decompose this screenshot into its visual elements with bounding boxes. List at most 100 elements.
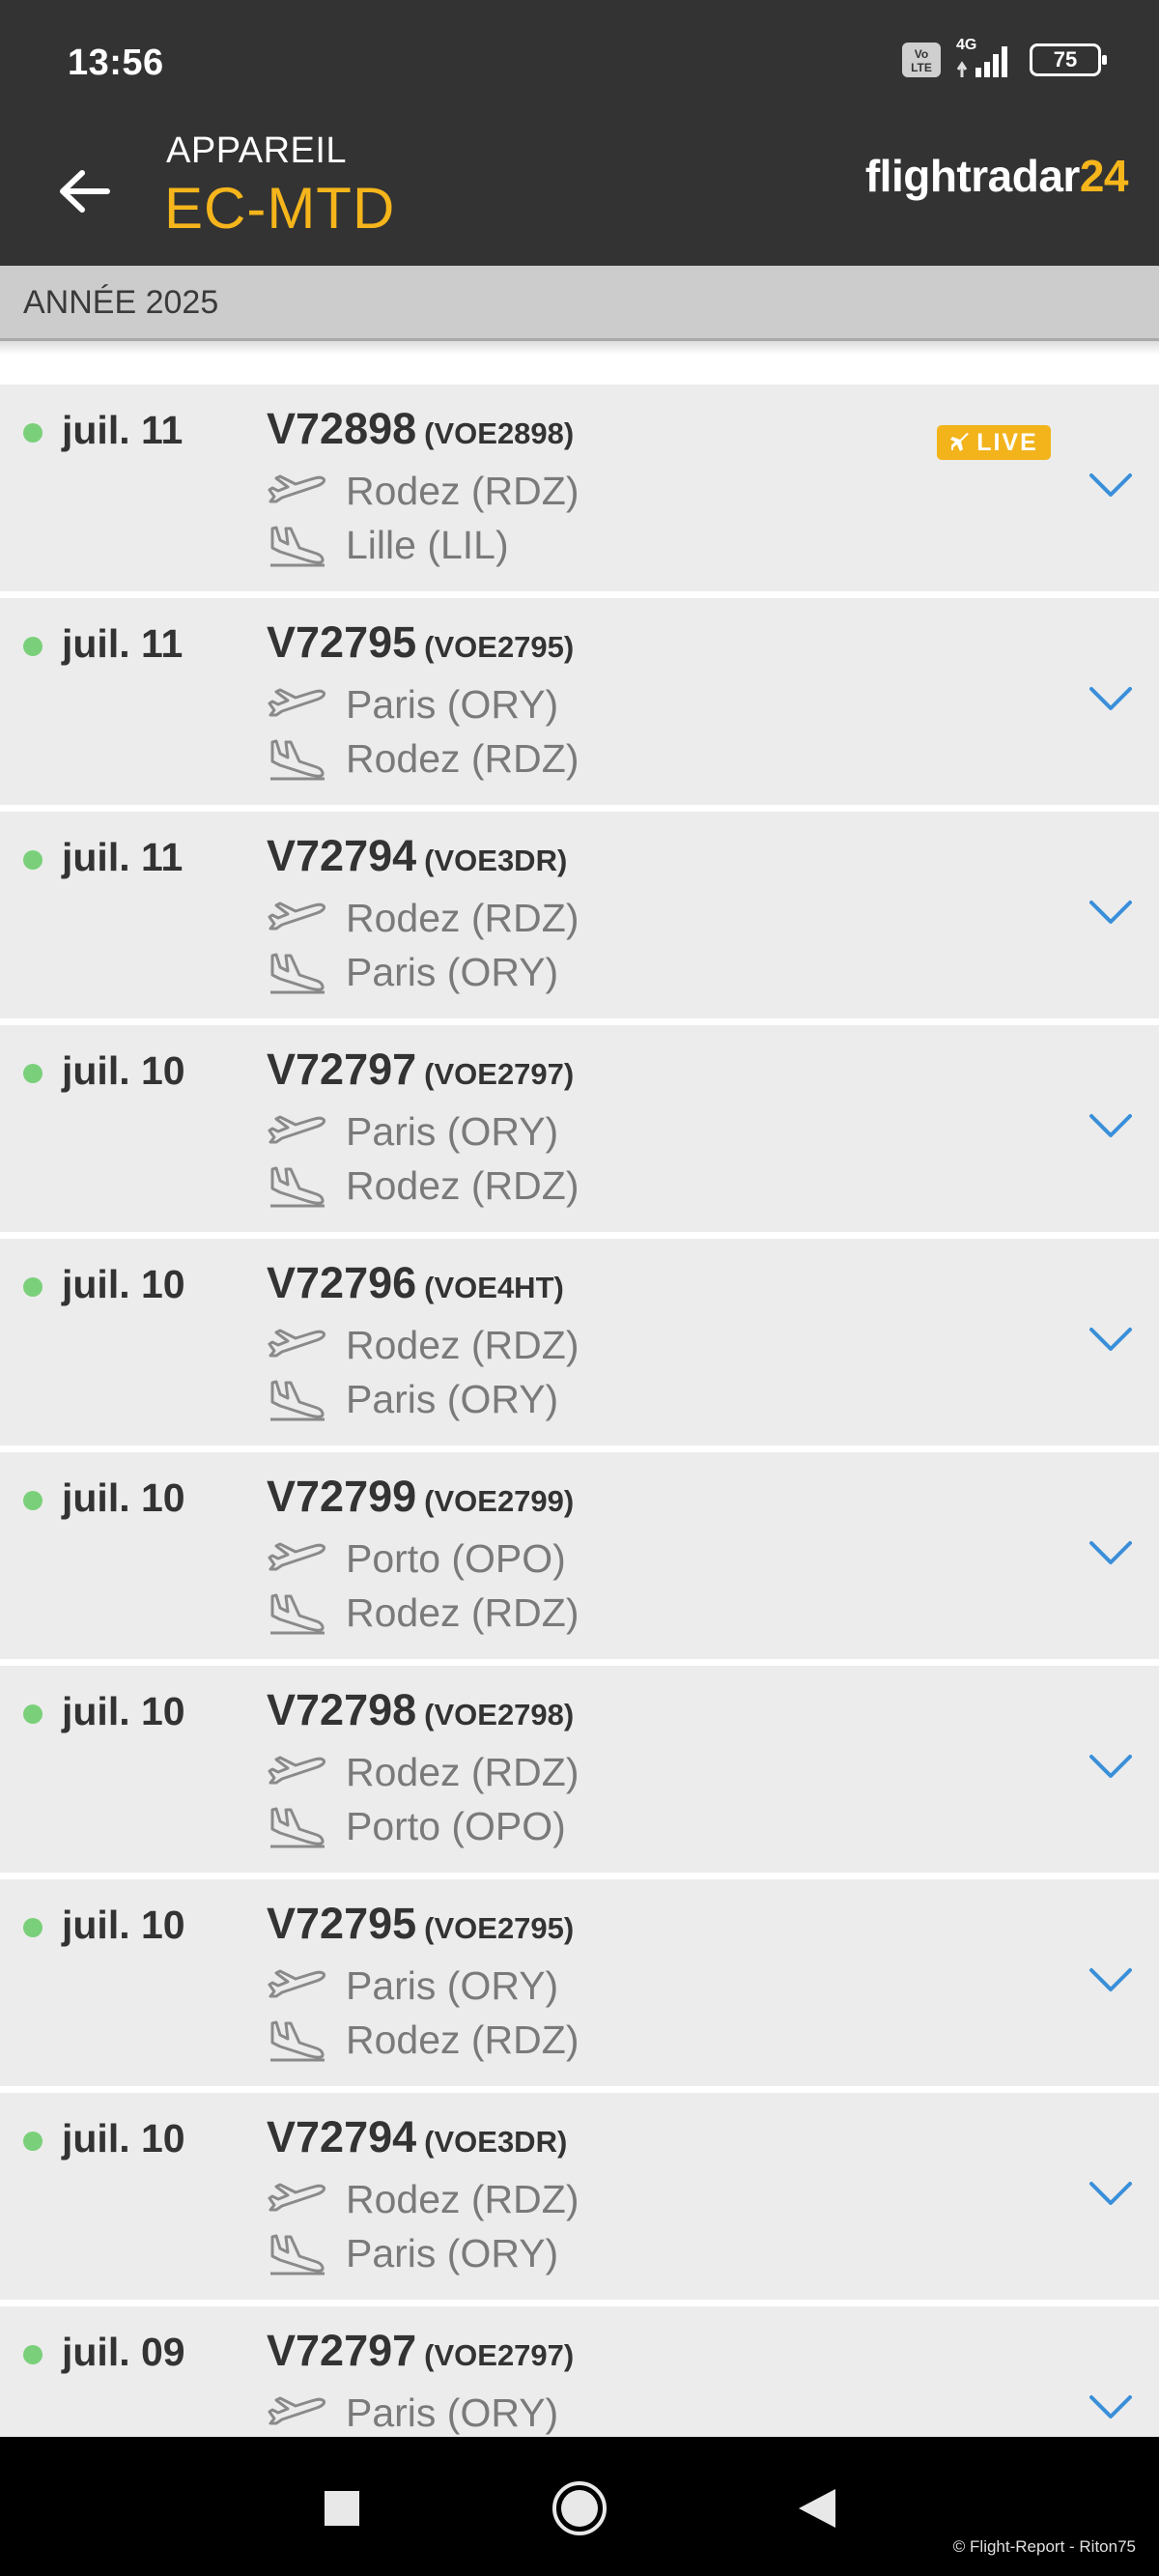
chevron-down-icon[interactable] xyxy=(1088,1110,1134,1141)
departure-route: Rodez (RDZ) xyxy=(267,1745,579,1799)
flight-callsign: (VOE3DR) xyxy=(424,844,568,877)
arrival-airport: Porto (OPO) xyxy=(346,1803,566,1848)
toolbar-subtitle: APPAREIL xyxy=(166,130,348,171)
flight-number: V72794 (VOE3DR) xyxy=(267,831,567,881)
flight-row[interactable]: juil. 10 V72796 (VOE4HT) Rodez (RDZ) Paris (… xyxy=(0,1239,1159,1445)
flight-date: juil. 10 xyxy=(62,1262,185,1306)
flight-row[interactable]: juil. 11 V72898 (VOE2898) Rodez (RDZ) Lille … xyxy=(0,385,1159,591)
plane-landing-icon xyxy=(270,739,325,781)
flight-number: V72797 (VOE2797) xyxy=(267,1045,574,1095)
plane-landing-icon xyxy=(270,1807,325,1848)
flight-number: V72799 (VOE2799) xyxy=(267,1472,574,1522)
chevron-down-icon[interactable] xyxy=(1088,1537,1134,1568)
flight-code: V72798 xyxy=(267,1685,417,1734)
flight-callsign: (VOE2797) xyxy=(424,1057,575,1091)
arrival-airport: Rodez (RDZ) xyxy=(346,1162,580,1208)
flight-number: V72796 (VOE4HT) xyxy=(267,1258,564,1308)
arrival-airport: Lille (LIL) xyxy=(346,522,509,567)
flight-row[interactable]: juil. 11 V72795 (VOE2795) Paris (ORY) Rodez … xyxy=(0,598,1159,805)
plane-landing-icon xyxy=(270,1166,325,1208)
signal-icon: 4G xyxy=(956,37,1014,79)
flight-code: V72795 xyxy=(267,1899,417,1948)
chevron-down-icon[interactable] xyxy=(1088,2391,1134,2422)
plane-landing-icon xyxy=(270,953,325,994)
plane-takeoff-icon xyxy=(268,688,326,717)
plane-landing-icon xyxy=(270,2234,325,2275)
flight-number: V72794 (VOE3DR) xyxy=(267,2112,567,2162)
arrival-route: Rodez (RDZ) xyxy=(267,731,579,786)
flight-callsign: (VOE3DR) xyxy=(424,2125,568,2159)
plane-icon xyxy=(950,433,970,451)
chevron-down-icon[interactable] xyxy=(1088,2178,1134,2209)
flight-number: V72798 (VOE2798) xyxy=(267,1685,574,1735)
flight-list[interactable]: juil. 11 V72898 (VOE2898) Rodez (RDZ) Lille … xyxy=(0,385,1159,2520)
flight-date: juil. 10 xyxy=(62,1048,185,1093)
square-icon xyxy=(325,2491,359,2526)
nav-back-button[interactable] xyxy=(778,2470,856,2547)
plane-landing-icon xyxy=(270,1380,325,1421)
plane-takeoff-icon xyxy=(268,1969,326,1998)
departure-airport: Paris (ORY) xyxy=(346,1108,559,1154)
arrival-route: Rodez (RDZ) xyxy=(267,1159,579,1213)
circle-icon xyxy=(552,2481,607,2535)
flight-row[interactable]: juil. 10 V72799 (VOE2799) Porto (OPO) Rodez … xyxy=(0,1452,1159,1659)
live-label: LIVE xyxy=(976,428,1038,456)
chevron-down-icon[interactable] xyxy=(1088,683,1134,714)
departure-airport: Rodez (RDZ) xyxy=(346,1322,580,1367)
nav-home-button[interactable] xyxy=(541,2470,618,2547)
chevron-down-icon[interactable] xyxy=(1088,1324,1134,1355)
departure-airport: Rodez (RDZ) xyxy=(346,1749,580,1794)
flight-date: juil. 11 xyxy=(62,408,184,452)
departure-airport: Rodez (RDZ) xyxy=(346,2176,580,2221)
plane-landing-icon xyxy=(270,1593,325,1635)
departure-route: Rodez (RDZ) xyxy=(267,891,579,945)
year-header-shadow xyxy=(0,341,1159,355)
flight-callsign: (VOE2795) xyxy=(424,1911,575,1945)
battery-icon: 75 xyxy=(1030,43,1107,76)
flight-date: juil. 10 xyxy=(62,1689,185,1733)
departure-route: Paris (ORY) xyxy=(267,677,558,731)
status-dot xyxy=(23,423,42,443)
arrival-airport: Paris (ORY) xyxy=(346,2230,559,2275)
year-header: ANNÉE 2025 xyxy=(0,266,1159,341)
flightradar24-logo: flightradar24 xyxy=(864,150,1129,202)
status-dot xyxy=(23,1704,42,1724)
arrival-route: Porto (OPO) xyxy=(267,1799,566,1853)
flight-row[interactable]: juil. 11 V72794 (VOE3DR) Rodez (RDZ) Paris (… xyxy=(0,812,1159,1018)
chevron-down-icon[interactable] xyxy=(1088,470,1134,501)
brand-text: flightradar xyxy=(864,151,1080,201)
flight-row[interactable]: juil. 10 V72798 (VOE2798) Rodez (RDZ) Porto … xyxy=(0,1666,1159,1873)
flight-row[interactable]: juil. 10 V72795 (VOE2795) Paris (ORY) Rodez … xyxy=(0,1879,1159,2086)
chevron-down-icon[interactable] xyxy=(1088,1964,1134,1995)
flight-date: juil. 09 xyxy=(62,2330,185,2374)
nav-recents-button[interactable] xyxy=(303,2470,381,2547)
status-dot xyxy=(23,1918,42,1937)
flight-date: juil. 11 xyxy=(62,621,184,666)
brand-number: 24 xyxy=(1079,151,1129,201)
flight-row[interactable]: juil. 10 V72797 (VOE2797) Paris (ORY) Rodez … xyxy=(0,1025,1159,1232)
volte-top-label: Vo xyxy=(914,47,929,61)
app-toolbar: APPAREIL EC-MTD flightradar24 xyxy=(0,130,1159,266)
status-time: 13:56 xyxy=(68,43,164,83)
chevron-down-icon[interactable] xyxy=(1088,897,1134,928)
status-dot xyxy=(23,850,42,870)
volte-bottom-label: LTE xyxy=(911,61,932,74)
plane-takeoff-icon xyxy=(268,902,326,930)
departure-airport: Paris (ORY) xyxy=(346,2390,559,2435)
flight-callsign: (VOE2799) xyxy=(424,1484,575,1518)
triangle-back-icon xyxy=(799,2489,835,2528)
flight-code: V72794 xyxy=(267,2112,417,2161)
plane-landing-icon xyxy=(270,2020,325,2062)
app-root: 13:56 Vo LTE 4G 75 APPAREIL EC-MTD fligh… xyxy=(0,0,1159,2576)
arrival-airport: Paris (ORY) xyxy=(346,1376,559,1421)
status-dot xyxy=(23,637,42,656)
flight-code: V72794 xyxy=(267,831,417,880)
back-button[interactable] xyxy=(50,157,118,225)
flight-callsign: (VOE2798) xyxy=(424,1698,575,1732)
arrival-airport: Paris (ORY) xyxy=(346,949,559,994)
departure-airport: Porto (OPO) xyxy=(346,1535,566,1581)
flight-row[interactable]: juil. 10 V72794 (VOE3DR) Rodez (RDZ) Paris (… xyxy=(0,2093,1159,2300)
arrival-route: Paris (ORY) xyxy=(267,1372,558,1426)
flight-date: juil. 10 xyxy=(62,1475,185,1520)
chevron-down-icon[interactable] xyxy=(1088,1751,1134,1782)
